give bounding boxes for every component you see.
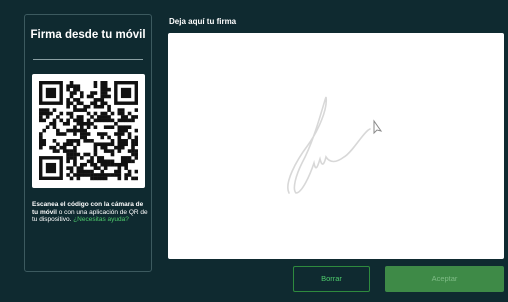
signature-label: Deja aquí tu firma bbox=[169, 17, 237, 26]
qr-code bbox=[32, 74, 145, 188]
panel-divider bbox=[33, 59, 143, 60]
qr-code-icon bbox=[39, 81, 138, 181]
mobile-panel-title: Firma desde tu móvil bbox=[30, 29, 146, 41]
signature-canvas[interactable] bbox=[168, 33, 504, 259]
pen-cursor-icon bbox=[373, 119, 383, 135]
clear-button[interactable]: Borrar bbox=[293, 266, 370, 292]
signature-dialog: Firma desde tu móvil Escanea el código c… bbox=[0, 0, 508, 302]
scan-instructions: Escanea el código con la cámara de tu mó… bbox=[32, 201, 150, 224]
mobile-sign-panel: Firma desde tu móvil Escanea el código c… bbox=[24, 14, 152, 272]
signature-drawing bbox=[287, 96, 383, 194]
signature-stroke bbox=[287, 96, 371, 194]
help-link[interactable]: ¿Necesitas ayuda? bbox=[73, 216, 129, 223]
accept-button[interactable]: Aceptar bbox=[385, 266, 504, 292]
